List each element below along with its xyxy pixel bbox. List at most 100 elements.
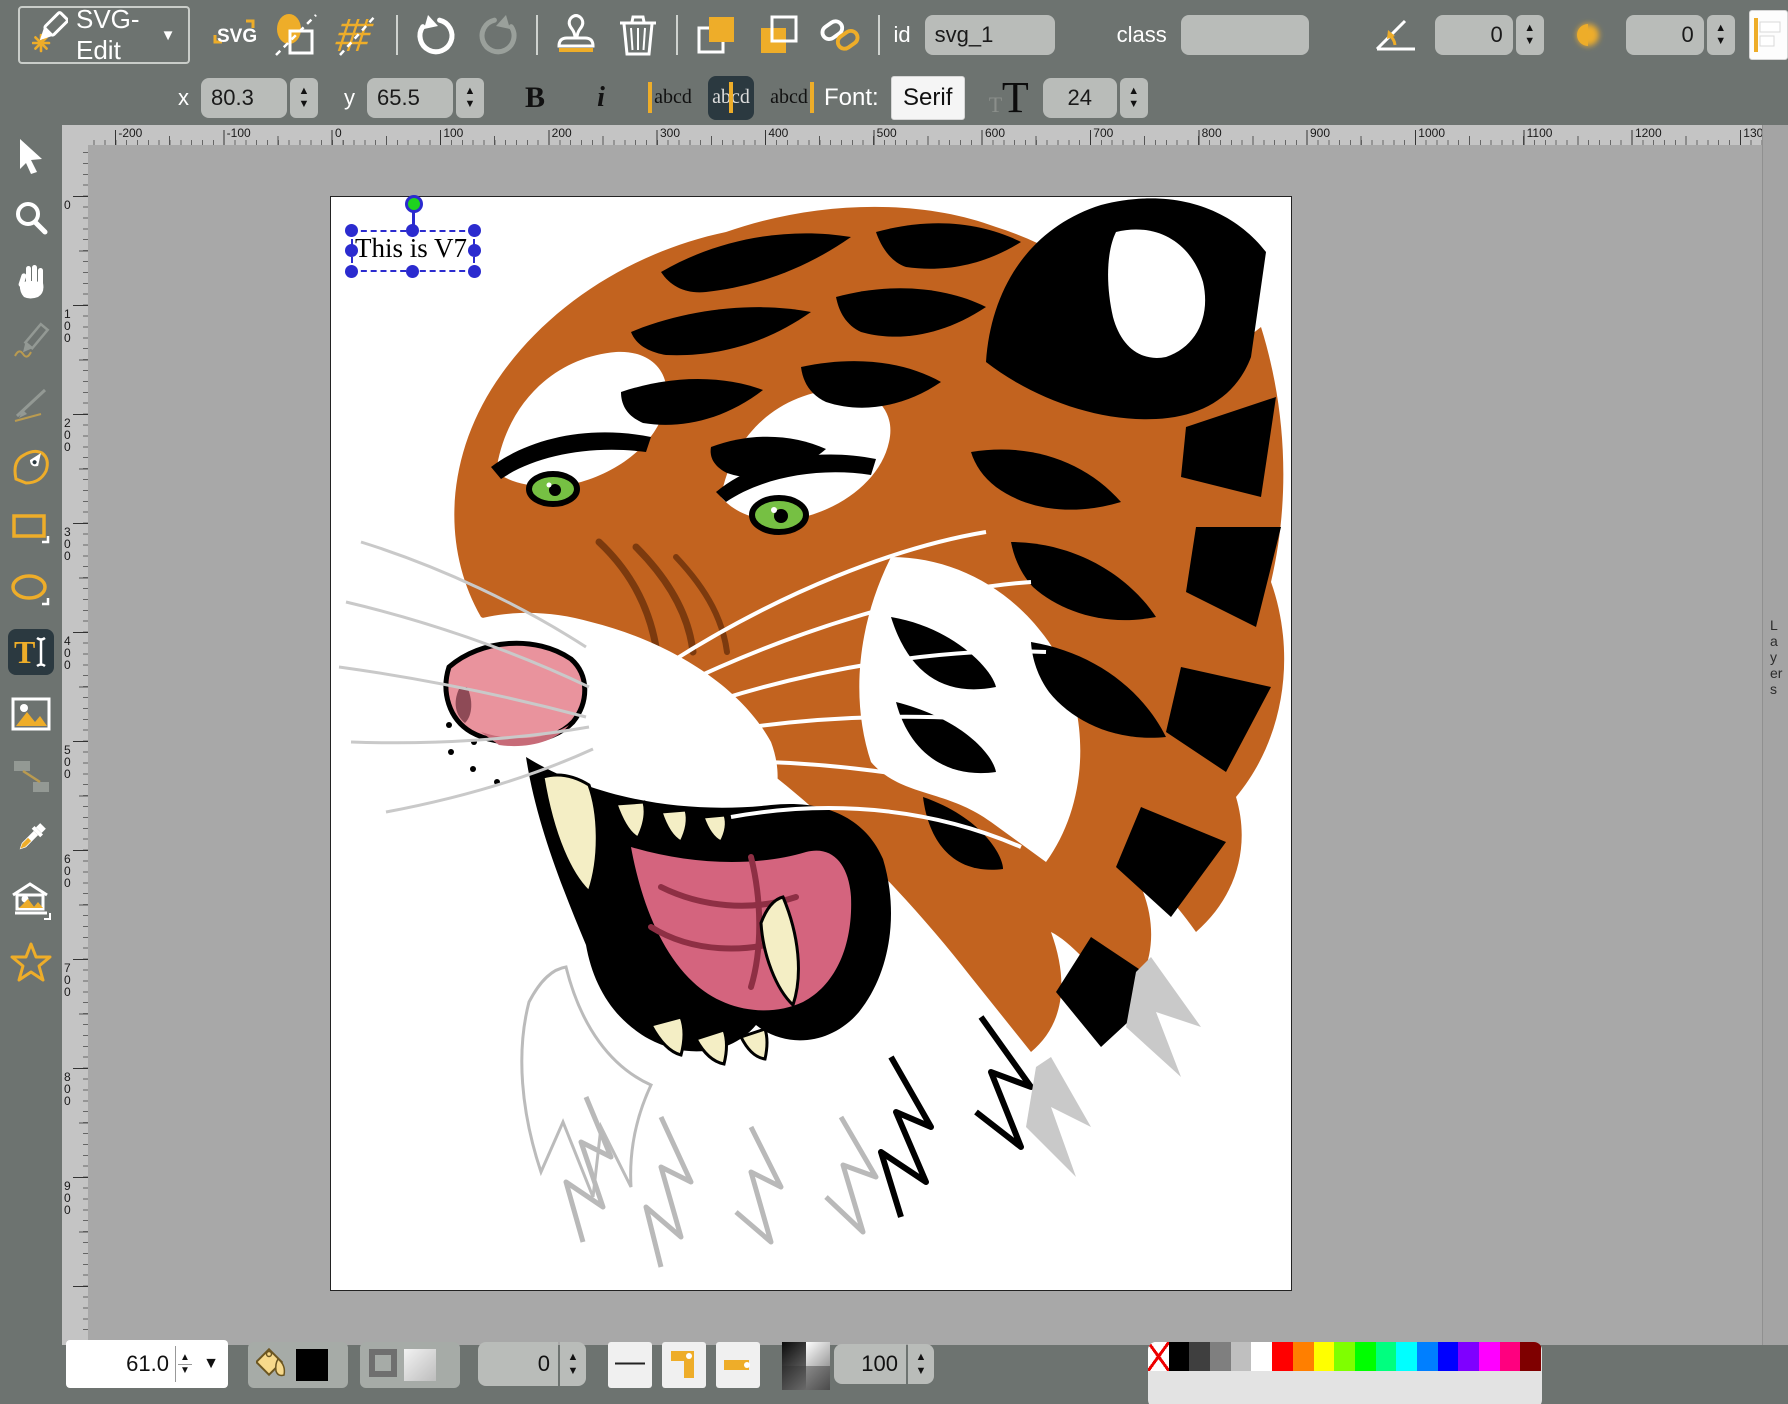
opacity-gradient-icon[interactable] xyxy=(782,1342,830,1390)
palette-swatch[interactable] xyxy=(1458,1342,1479,1371)
selection-handle-s[interactable] xyxy=(406,265,419,278)
svg-source-button[interactable]: SVG xyxy=(210,11,258,59)
text-anchor-start-button[interactable]: abcd xyxy=(650,76,696,120)
tool-rectangle[interactable] xyxy=(8,505,54,551)
palette-swatch[interactable] xyxy=(1438,1342,1459,1371)
angle-input[interactable]: 0 xyxy=(1435,15,1513,55)
stroke-width-spinner[interactable]: ▲▼ xyxy=(560,1342,586,1386)
font-size-control: 24 ▲▼ xyxy=(1043,78,1148,118)
delete-trash-button[interactable] xyxy=(614,11,662,59)
text-context-toolbar: x 80.3 ▲▼ y 65.5 ▲▼ B i abcd abcd xyxy=(178,70,1148,125)
selection-handle-n[interactable] xyxy=(406,224,419,237)
selection-handle-nw[interactable] xyxy=(345,224,358,237)
layers-panel-collapsed[interactable]: Layers xyxy=(1762,125,1788,1345)
redo-button[interactable] xyxy=(474,11,522,59)
font-size-spinner[interactable]: ▲▼ xyxy=(1120,78,1148,118)
svg-edit-window: SVG-Edit ▼ SVG xyxy=(0,0,1788,1404)
stroke-color-swatch[interactable] xyxy=(404,1349,436,1381)
bold-button[interactable]: B xyxy=(512,76,558,120)
tool-text[interactable]: T xyxy=(8,629,54,675)
tool-connector[interactable] xyxy=(8,753,54,799)
tool-star[interactable] xyxy=(8,939,54,985)
palette-swatch[interactable] xyxy=(1376,1342,1397,1371)
move-to-front-button[interactable] xyxy=(692,11,740,59)
align-to-page-button[interactable] xyxy=(1749,10,1788,60)
document-properties-icon[interactable] xyxy=(272,11,320,59)
opacity-input[interactable]: 100 xyxy=(834,1344,906,1384)
y-input[interactable]: 65.5 xyxy=(367,78,453,118)
palette-swatch[interactable] xyxy=(1500,1342,1521,1371)
selection-handle-w[interactable] xyxy=(345,244,358,257)
x-spinner[interactable]: ▲▼ xyxy=(290,78,318,118)
palette-swatch[interactable] xyxy=(1520,1342,1541,1371)
opacity-spinner[interactable]: ▲▼ xyxy=(908,1344,934,1384)
opacity-control: 100 ▲▼ xyxy=(782,1342,930,1390)
rotation-handle[interactable] xyxy=(405,195,423,213)
selection-handle-se[interactable] xyxy=(468,265,481,278)
tool-zoom[interactable] xyxy=(8,195,54,241)
font-size-input[interactable]: 24 xyxy=(1043,78,1117,118)
class-input[interactable] xyxy=(1181,15,1309,55)
tool-pencil[interactable] xyxy=(8,319,54,365)
blur-input[interactable]: 0 xyxy=(1626,15,1704,55)
main-menu-button[interactable]: SVG-Edit ▼ xyxy=(18,6,190,64)
palette-swatch[interactable] xyxy=(1479,1342,1500,1371)
italic-button[interactable]: i xyxy=(578,76,624,120)
fill-color-swatch[interactable] xyxy=(296,1349,328,1381)
angle-spinner[interactable]: ▲▼ xyxy=(1516,15,1544,55)
palette-swatch[interactable] xyxy=(1231,1342,1252,1371)
tool-path[interactable] xyxy=(8,443,54,489)
palette-swatch[interactable] xyxy=(1355,1342,1376,1371)
fill-color-group[interactable] xyxy=(248,1342,348,1388)
zoom-dropdown-icon[interactable]: ▼ xyxy=(194,1355,228,1373)
ruler-h-label: 1000 xyxy=(1418,126,1445,140)
selection-handle-sw[interactable] xyxy=(345,265,358,278)
tool-line[interactable] xyxy=(8,381,54,427)
drawing-canvas[interactable]: This is V7 xyxy=(330,196,1292,1291)
class-label: class xyxy=(1117,22,1167,48)
palette-swatch[interactable] xyxy=(1314,1342,1335,1371)
move-to-back-button[interactable] xyxy=(754,11,802,59)
ruler-h-label: 100 xyxy=(443,126,463,140)
palette-swatch[interactable] xyxy=(1189,1342,1210,1371)
clone-stamp-button[interactable] xyxy=(552,11,600,59)
wireframe-grid-icon[interactable] xyxy=(334,11,382,59)
id-input[interactable] xyxy=(925,15,1055,55)
palette-swatch[interactable] xyxy=(1169,1342,1190,1371)
selection-handle-ne[interactable] xyxy=(468,224,481,237)
palette-swatch[interactable] xyxy=(1251,1342,1272,1371)
palette-swatch[interactable] xyxy=(1210,1342,1231,1371)
ruler-h-label: 200 xyxy=(552,126,572,140)
link-button[interactable] xyxy=(816,11,864,59)
text-anchor-end-button[interactable]: abcd xyxy=(766,76,812,120)
tool-image[interactable] xyxy=(8,691,54,737)
undo-button[interactable] xyxy=(412,11,460,59)
selection-handle-e[interactable] xyxy=(468,244,481,257)
palette-swatch[interactable] xyxy=(1417,1342,1438,1371)
linecap-butt-icon xyxy=(721,1348,755,1382)
font-family-button[interactable]: Serif xyxy=(891,76,965,120)
text-anchor-middle-button[interactable]: abcd xyxy=(708,76,754,120)
x-input[interactable]: 80.3 xyxy=(201,78,287,118)
tool-eyedropper[interactable] xyxy=(8,815,54,861)
ruler-h-label: 400 xyxy=(768,126,788,140)
palette-swatch[interactable] xyxy=(1293,1342,1314,1371)
tool-select[interactable] xyxy=(8,133,54,179)
y-spinner[interactable]: ▲▼ xyxy=(456,78,484,118)
y-control: 65.5 ▲▼ xyxy=(367,78,484,118)
stroke-width-input[interactable]: 0 xyxy=(478,1342,558,1386)
tool-pan[interactable] xyxy=(8,257,54,303)
blur-spinner[interactable]: ▲▼ xyxy=(1707,15,1735,55)
palette-swatch[interactable] xyxy=(1396,1342,1417,1371)
palette-swatch[interactable] xyxy=(1334,1342,1355,1371)
palette-swatch[interactable] xyxy=(1272,1342,1293,1371)
zoom-control[interactable]: 61.0 ▲▼ ▼ xyxy=(66,1340,228,1388)
linecap-button[interactable] xyxy=(716,1342,760,1388)
tool-shape-library[interactable] xyxy=(8,877,54,923)
tool-ellipse[interactable] xyxy=(8,567,54,613)
linejoin-button[interactable] xyxy=(662,1342,706,1388)
zoom-spinner[interactable]: ▲▼ xyxy=(175,1346,194,1382)
stroke-dash-button[interactable]: — xyxy=(608,1342,652,1388)
palette-swatch-none[interactable] xyxy=(1148,1342,1169,1371)
stroke-color-group[interactable] xyxy=(360,1342,460,1388)
